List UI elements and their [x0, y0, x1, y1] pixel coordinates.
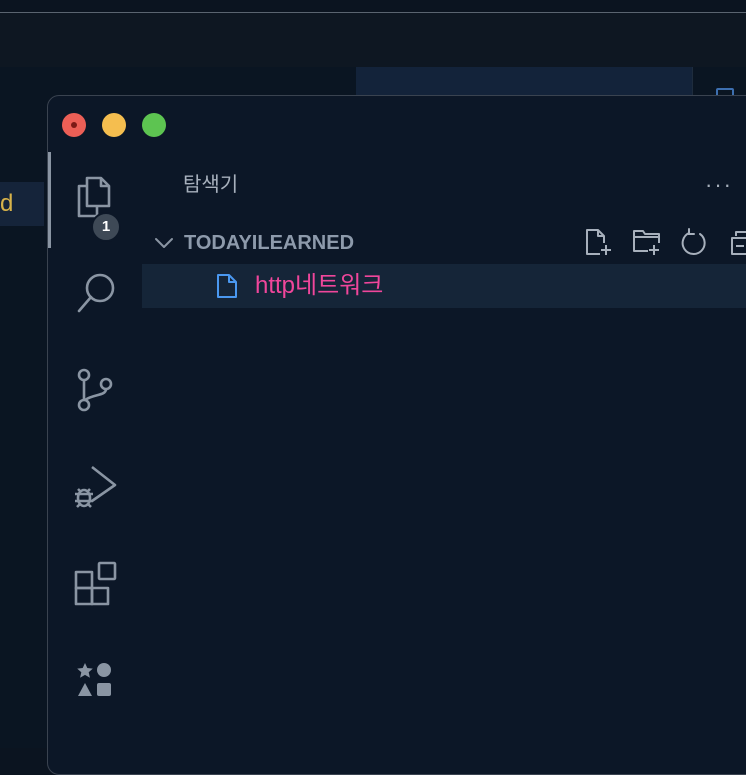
new-file-button[interactable] [584, 228, 614, 258]
background-selected-item-label: d [0, 190, 14, 217]
minimize-window-button[interactable] [102, 113, 126, 137]
refresh-button[interactable] [680, 228, 710, 258]
run-debug-icon [75, 465, 117, 508]
file-icon [217, 274, 237, 298]
activity-run-debug-button[interactable] [60, 452, 130, 522]
tree-item-file[interactable]: http네트워크 [142, 264, 746, 308]
maximize-window-button[interactable] [142, 113, 166, 137]
shapes-icon [77, 663, 111, 696]
explorer-badge: 1 [91, 212, 121, 242]
new-folder-icon [633, 230, 660, 255]
new-folder-button[interactable] [632, 228, 662, 258]
more-actions-button[interactable]: ··· [705, 170, 733, 200]
collapse-all-icon [731, 231, 746, 255]
collapse-all-button[interactable] [728, 228, 746, 258]
refresh-icon [681, 228, 706, 255]
activity-bar: 1 [48, 150, 142, 774]
chevron-down-icon [155, 238, 173, 248]
folder-header[interactable]: TODAYILEARNED [148, 228, 746, 258]
folder-name: TODAYILEARNED [184, 232, 355, 254]
search-icon [77, 273, 115, 313]
activity-search-button[interactable] [60, 259, 130, 329]
new-file-icon [586, 229, 611, 255]
activity-explorer-button[interactable]: 1 [60, 161, 130, 242]
sidebar-title: 탐색기 [183, 174, 239, 196]
file-name: http네트워크 [255, 272, 384, 299]
activity-extensions-button[interactable] [60, 548, 130, 618]
source-control-icon [77, 368, 113, 412]
extensions-icon [74, 561, 117, 606]
active-indicator [48, 152, 51, 248]
activity-custom-button[interactable] [60, 644, 130, 714]
background-titlebar [0, 13, 746, 67]
vscode-window: 1 탐색기 ··· TODAYILEARNED http네트워크 [47, 95, 746, 775]
activity-source-control-button[interactable] [60, 355, 130, 425]
close-window-button[interactable] [62, 113, 86, 137]
